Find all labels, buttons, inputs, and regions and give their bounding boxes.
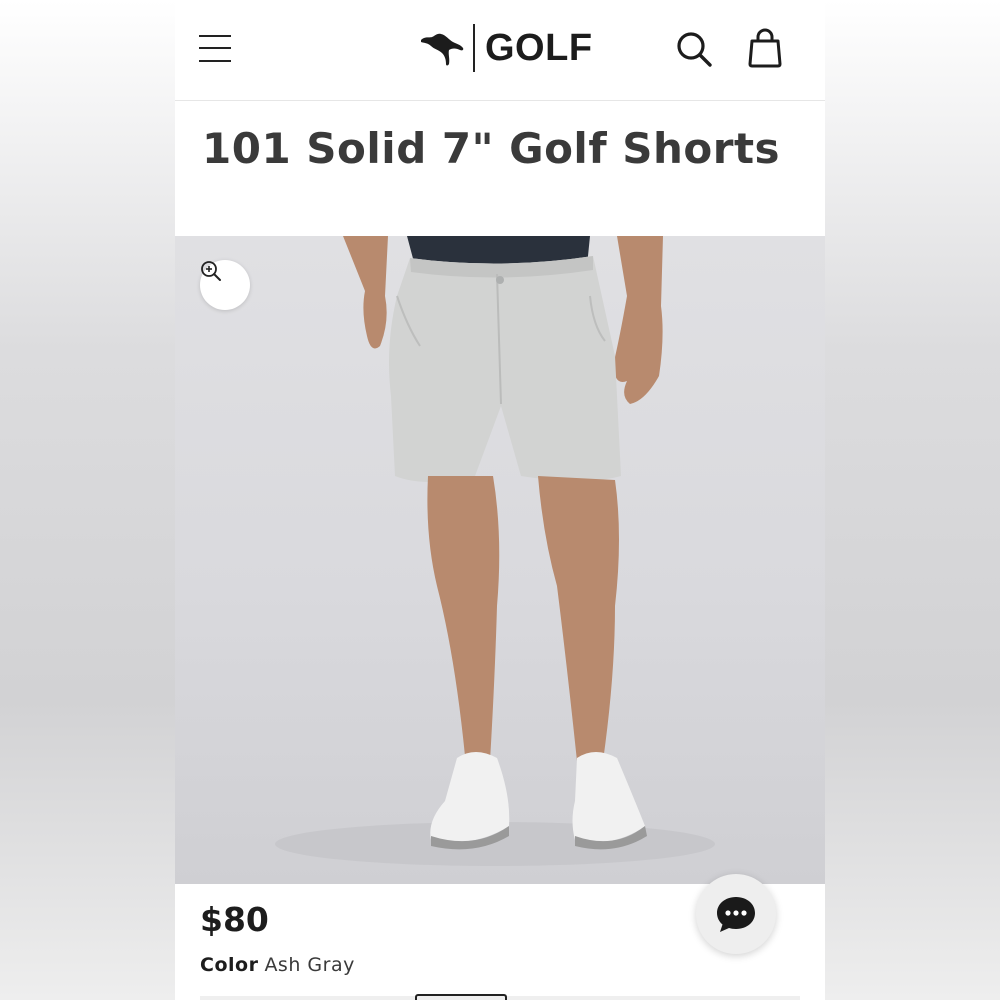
zoom-button[interactable]: [200, 260, 250, 310]
color-label: Color: [200, 954, 259, 976]
phone-screen: GOLF 101 Solid 7" Golf Shorts $80 Color …: [175, 0, 825, 1000]
site-header: GOLF: [175, 0, 825, 101]
shopping-bag-icon[interactable]: [747, 28, 783, 68]
selected-color-swatch[interactable]: [415, 994, 507, 1000]
puma-cat-logo: [421, 33, 464, 66]
zoom-in-icon: [201, 261, 221, 281]
chat-button[interactable]: [696, 874, 776, 954]
logo-text: GOLF: [485, 27, 593, 69]
chat-bubble-icon: [717, 897, 755, 932]
color-selection: Color Ash Gray: [200, 954, 355, 976]
product-photo-illustration: [275, 236, 715, 866]
product-price: $80: [200, 900, 269, 939]
logo-divider: [473, 24, 475, 72]
product-title: 101 Solid 7" Golf Shorts: [202, 124, 781, 173]
search-icon[interactable]: [675, 30, 713, 68]
brand-logo[interactable]: GOLF: [419, 22, 593, 74]
hamburger-menu-icon[interactable]: [199, 33, 231, 65]
color-value: Ash Gray: [264, 954, 355, 976]
background-left: [0, 0, 175, 1000]
product-image[interactable]: [175, 236, 825, 884]
background-right: [825, 0, 1000, 1000]
